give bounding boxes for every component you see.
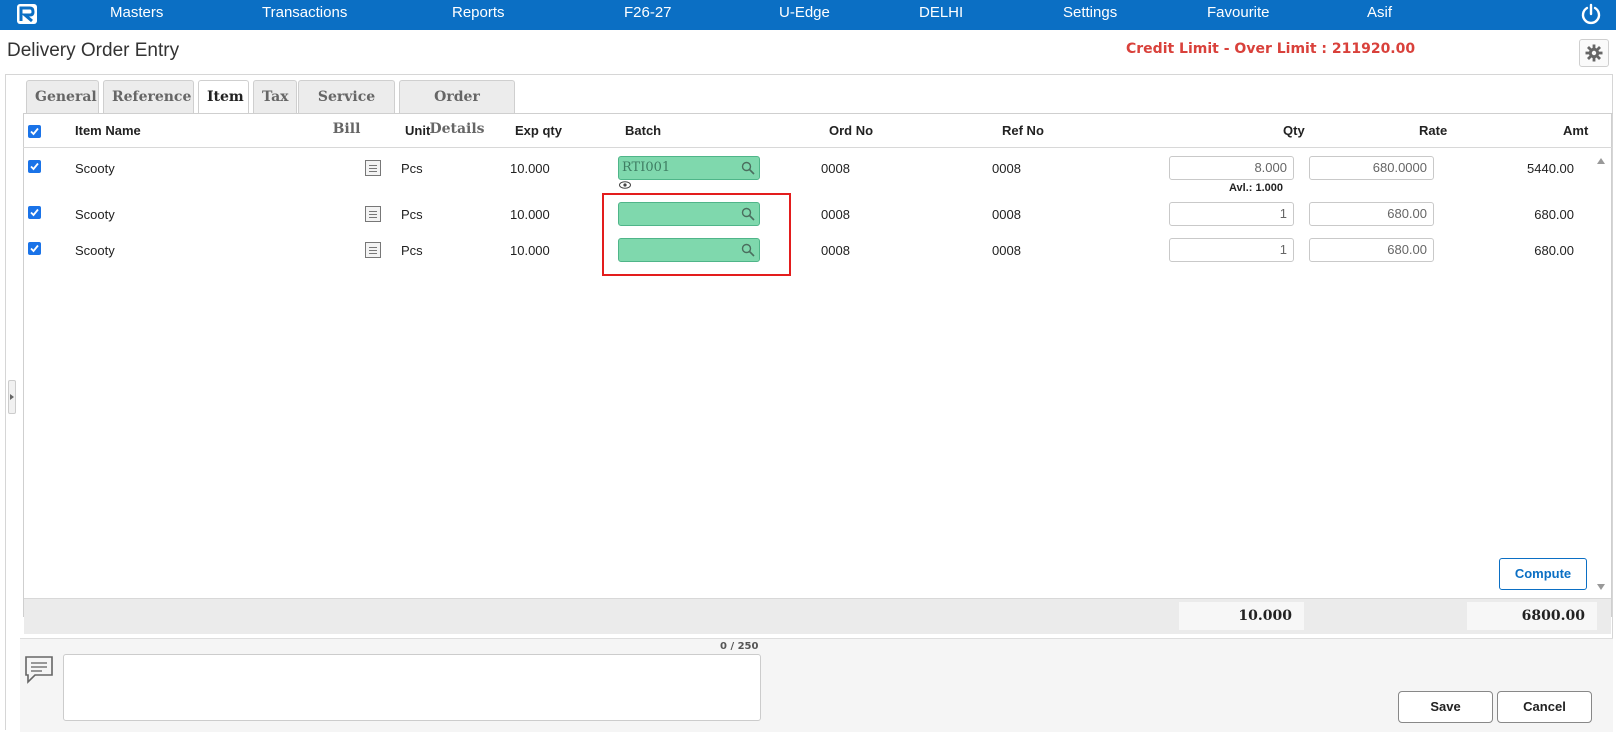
row-1-unit: Pcs xyxy=(401,161,423,176)
scroll-up-icon[interactable] xyxy=(1596,157,1606,165)
header-divider xyxy=(23,147,1612,148)
power-icon[interactable] xyxy=(1580,3,1602,25)
nav-favourite[interactable]: Favourite xyxy=(1207,0,1270,30)
row-1-exp-qty: 10.000 xyxy=(510,161,550,176)
credit-limit-notice: Credit Limit - Over Limit : 211920.00 xyxy=(1126,41,1416,57)
row-2-notes-icon[interactable] xyxy=(365,206,381,222)
row-1-checkbox[interactable] xyxy=(28,160,41,173)
nav-reports[interactable]: Reports xyxy=(452,0,505,30)
remarks-textarea[interactable] xyxy=(63,654,761,721)
nav-user[interactable]: Asif xyxy=(1367,0,1392,30)
column-header-amt: Amt xyxy=(1563,123,1589,138)
select-all-checkbox[interactable] xyxy=(28,125,41,138)
check-icon xyxy=(30,244,39,253)
gear-icon xyxy=(1585,44,1603,62)
row-1-qty-input[interactable]: 8.000 xyxy=(1169,156,1294,180)
row-2-item-name: Scooty xyxy=(75,207,115,222)
total-amount: 6800.00 xyxy=(1467,602,1597,630)
tab-tax[interactable]: Tax xyxy=(253,80,297,113)
column-header-ref-no: Ref No xyxy=(1002,123,1044,138)
compute-button[interactable]: Compute xyxy=(1499,558,1587,590)
row-2-rate-input[interactable]: 680.00 xyxy=(1309,202,1434,226)
nav-transactions[interactable]: Transactions xyxy=(262,0,347,30)
search-icon[interactable] xyxy=(741,161,755,175)
row-3-ord-no: 0008 xyxy=(821,243,850,258)
row-2-exp-qty: 10.000 xyxy=(510,207,550,222)
nav-u-edge[interactable]: U-Edge xyxy=(779,0,830,30)
totals-row xyxy=(24,598,1611,634)
chevron-right-icon xyxy=(10,394,14,400)
row-1-item-name: Scooty xyxy=(75,161,115,176)
row-3-amount: 680.00 xyxy=(1534,243,1574,258)
batch-highlight-box xyxy=(602,193,791,276)
row-1-batch-field[interactable]: RTI001 xyxy=(618,156,760,180)
page-title: Delivery Order Entry xyxy=(7,40,180,61)
row-2-unit: Pcs xyxy=(401,207,423,222)
tab-item[interactable]: Item xyxy=(198,80,249,114)
row-2-qty-input[interactable]: 1 xyxy=(1169,202,1294,226)
column-header-exp-qty: Exp qty xyxy=(515,123,562,138)
column-header-item-name: Item Name xyxy=(75,123,141,138)
column-header-rate: Rate xyxy=(1419,123,1448,138)
column-header-unit: Unit xyxy=(405,123,431,138)
nav-masters[interactable]: Masters xyxy=(110,0,163,30)
comment-icon xyxy=(25,656,53,684)
row-3-unit: Pcs xyxy=(401,243,423,258)
row-3-checkbox[interactable] xyxy=(28,242,41,255)
settings-button[interactable] xyxy=(1579,39,1609,67)
row-2-ref-no: 0008 xyxy=(992,207,1021,222)
column-header-qty: Qty xyxy=(1283,123,1305,138)
row-1-notes-icon[interactable] xyxy=(365,160,381,176)
sidebar-toggle[interactable] xyxy=(8,380,16,414)
row-1-available-qty: Avl.: 1.000 xyxy=(1229,182,1284,194)
row-3-exp-qty: 10.000 xyxy=(510,243,550,258)
row-1-batch-value: RTI001 xyxy=(622,160,671,175)
tab-service-bill[interactable]: Service Bill xyxy=(298,80,395,137)
save-button[interactable]: Save xyxy=(1398,691,1493,723)
column-header-batch: Batch xyxy=(625,123,662,138)
tab-order-details[interactable]: Order Details xyxy=(399,80,515,137)
row-1-rate-input[interactable]: 680.0000 xyxy=(1309,156,1434,180)
row-3-qty-input[interactable]: 1 xyxy=(1169,238,1294,262)
check-icon xyxy=(30,208,39,217)
row-2-checkbox[interactable] xyxy=(28,206,41,219)
row-1-ref-no: 0008 xyxy=(992,161,1021,176)
eye-icon[interactable] xyxy=(619,181,631,189)
check-icon xyxy=(30,127,39,136)
scroll-down-icon[interactable] xyxy=(1596,583,1606,591)
nav-branch[interactable]: DELHI xyxy=(919,0,963,30)
tab-reference[interactable]: Reference xyxy=(103,80,194,113)
check-icon xyxy=(30,162,39,171)
cancel-button[interactable]: Cancel xyxy=(1497,691,1592,723)
top-nav-bar: Masters Transactions Reports F26-27 U-Ed… xyxy=(0,0,1616,30)
row-3-rate-input[interactable]: 680.00 xyxy=(1309,238,1434,262)
remarks-char-counter: 0 / 250 xyxy=(720,641,759,652)
column-header-ord-no: Ord No xyxy=(829,123,874,138)
nav-financial-year[interactable]: F26-27 xyxy=(624,0,672,30)
nav-settings[interactable]: Settings xyxy=(1063,0,1117,30)
row-3-notes-icon[interactable] xyxy=(365,242,381,258)
row-3-ref-no: 0008 xyxy=(992,243,1021,258)
row-2-amount: 680.00 xyxy=(1534,207,1574,222)
app-logo-icon[interactable] xyxy=(16,3,38,25)
tab-general[interactable]: General xyxy=(26,80,99,113)
row-3-item-name: Scooty xyxy=(75,243,115,258)
item-grid xyxy=(23,114,1612,617)
row-1-ord-no: 0008 xyxy=(821,161,850,176)
total-qty: 10.000 xyxy=(1179,602,1304,630)
row-2-ord-no: 0008 xyxy=(821,207,850,222)
row-1-amount: 5440.00 xyxy=(1527,161,1574,176)
